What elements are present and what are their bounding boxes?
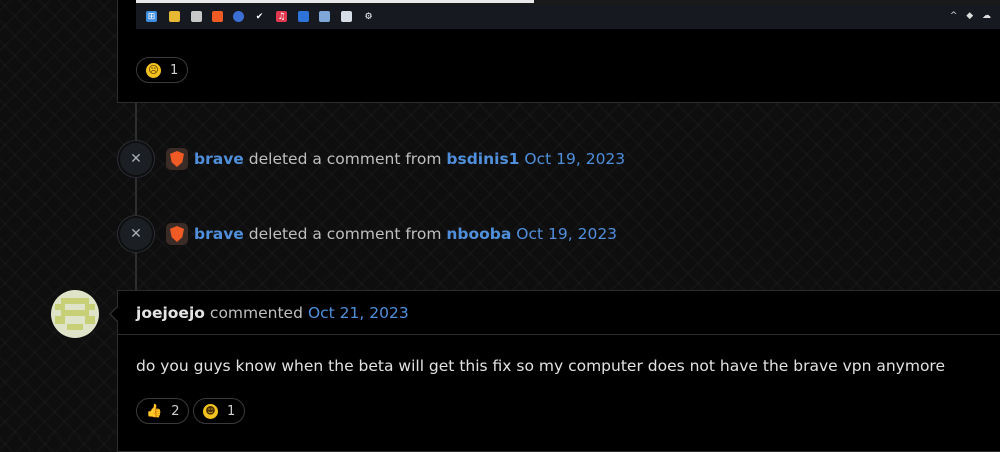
close-icon: ✕ <box>118 216 154 252</box>
timeline-line <box>135 101 137 290</box>
comment-date-link[interactable]: Oct 21, 2023 <box>308 304 409 322</box>
thumbs-up-icon: 👍 <box>146 403 163 419</box>
grinning-face-icon: ☻ <box>203 403 218 419</box>
event-action: deleted a comment from <box>248 150 442 168</box>
timeline-event: ✕ brave deleted a comment from bsdinis1 … <box>118 141 625 177</box>
taskbar: ⊞ ✔ ♫ ⚙ ^ ◆ ☁ <box>136 5 1000 29</box>
paint-icon <box>319 11 330 22</box>
settings-icon: ⚙ <box>364 11 373 22</box>
event-date-link[interactable]: Oct 19, 2023 <box>516 225 617 243</box>
event-text: brave deleted a comment from bsdinis1 Oc… <box>194 150 625 168</box>
event-action: deleted a comment from <box>248 225 442 243</box>
windows-icon: ⊞ <box>146 11 157 22</box>
target-link[interactable]: nbooba <box>446 225 511 243</box>
reaction-count: 1 <box>170 62 179 78</box>
brave-browser-icon <box>212 11 223 22</box>
actor-link[interactable]: brave <box>194 150 244 168</box>
event-date-link[interactable]: Oct 19, 2023 <box>524 150 625 168</box>
timeline-event: ✕ brave deleted a comment from nbooba Oc… <box>118 216 617 252</box>
store-icon <box>191 11 202 22</box>
brave-avatar[interactable] <box>166 148 188 170</box>
steam-icon: ✔ <box>255 11 264 22</box>
brave-avatar[interactable] <box>166 223 188 245</box>
reaction-thumbs-up[interactable]: 👍 2 <box>136 398 190 424</box>
comment-header: joejoejo commented Oct 21, 2023 <box>118 291 1000 335</box>
reaction-confused[interactable]: ☹ 1 <box>136 57 189 83</box>
event-text: brave deleted a comment from nbooba Oct … <box>194 225 617 243</box>
reaction-grinning[interactable]: ☻ 1 <box>193 398 246 424</box>
user-avatar[interactable] <box>51 290 99 338</box>
reaction-count: 2 <box>171 403 180 419</box>
mail-icon <box>341 11 352 22</box>
file-explorer-icon <box>169 11 180 22</box>
target-link[interactable]: bsdinis1 <box>446 150 519 168</box>
comment-action: commented <box>209 303 303 322</box>
previous-comment: ⊞ ✔ ♫ ⚙ ^ ◆ ☁ ☹ 1 <box>117 0 1000 103</box>
confused-face-icon: ☹ <box>146 62 161 78</box>
actor-link[interactable]: brave <box>194 225 244 243</box>
comment-body: do you guys know when the beta will get … <box>136 357 945 375</box>
generic-app-icon <box>233 11 244 22</box>
embedded-screenshot: ⊞ ✔ ♫ ⚙ ^ ◆ ☁ <box>136 0 1000 29</box>
reaction-count: 1 <box>227 403 236 419</box>
comment: joejoejo commented Oct 21, 2023 do you g… <box>117 290 1000 452</box>
system-tray: ^ ◆ ☁ <box>949 11 994 21</box>
comment-author-link[interactable]: joejoejo <box>136 304 205 322</box>
music-app-icon: ♫ <box>276 11 287 22</box>
notes-icon <box>298 11 309 22</box>
close-icon: ✕ <box>118 141 154 177</box>
